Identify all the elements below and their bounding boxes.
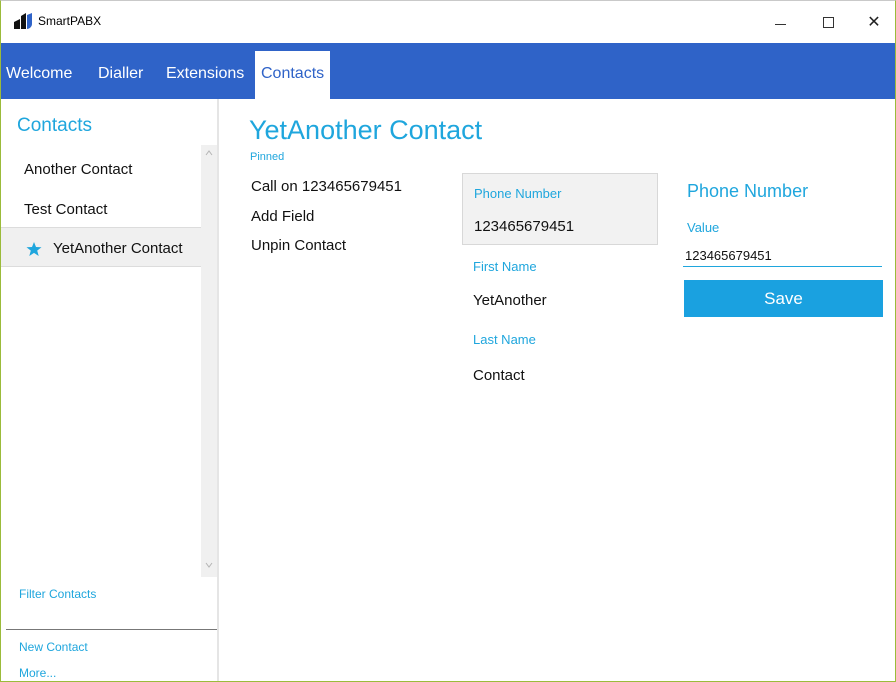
phone-number-value: 123465679451	[474, 218, 575, 235]
chevron-up-icon[interactable]	[205, 149, 213, 157]
phone-number-field[interactable]: Phone Number 123465679451	[462, 173, 658, 245]
minimize-icon	[774, 23, 786, 25]
close-button[interactable]: ✕	[851, 1, 895, 43]
title-bar[interactable]: SmartPABX ✕	[1, 1, 895, 43]
tab-contacts[interactable]: Contacts	[255, 51, 331, 99]
tab-extensions[interactable]: Extensions	[166, 43, 244, 99]
editor-value-label: Value	[687, 220, 720, 235]
phone-number-label: Phone Number	[474, 186, 562, 201]
contact-list: Another Contact Test Contact YetAnother …	[1, 145, 201, 577]
divider	[6, 629, 217, 630]
contact-name-heading: YetAnother Contact	[249, 115, 483, 145]
contact-detail: YetAnother Contact Pinned Call on 123465…	[221, 99, 895, 681]
phone-value-input[interactable]	[683, 245, 882, 267]
add-field-action[interactable]: Add Field	[251, 208, 314, 225]
close-icon: ✕	[867, 14, 881, 31]
star-icon	[26, 242, 42, 256]
contact-item-label: Another Contact	[24, 161, 133, 178]
contact-item-label: YetAnother Contact	[53, 240, 183, 257]
tab-dialler[interactable]: Dialler	[98, 43, 143, 99]
list-item-selected[interactable]: YetAnother Contact	[1, 227, 201, 267]
new-contact-link[interactable]: New Contact	[19, 640, 88, 654]
tab-welcome[interactable]: Welcome	[6, 43, 72, 99]
nav-bar: Welcome Dialler Extensions Contacts	[1, 43, 895, 99]
first-name-value[interactable]: YetAnother	[473, 292, 547, 309]
editor-title: Phone Number	[687, 181, 809, 201]
more-link[interactable]: More...	[19, 666, 56, 680]
maximize-button[interactable]	[805, 1, 851, 43]
first-name-label: First Name	[473, 259, 537, 274]
chevron-down-icon[interactable]	[205, 561, 213, 569]
window-title: SmartPABX	[38, 14, 102, 28]
contact-item-label: Test Contact	[24, 201, 108, 218]
contacts-sidebar: Contacts Another Contact Test Contact Ye…	[1, 99, 219, 681]
filter-contacts-link[interactable]: Filter Contacts	[19, 587, 96, 601]
save-button[interactable]: Save	[684, 280, 883, 317]
contact-list-scrollbar[interactable]	[201, 145, 217, 577]
pinned-status: Pinned	[250, 151, 285, 163]
unpin-contact-action[interactable]: Unpin Contact	[251, 237, 346, 254]
last-name-value[interactable]: Contact	[473, 367, 525, 384]
app-logo-icon	[14, 13, 32, 29]
maximize-icon	[822, 16, 834, 28]
app-window: SmartPABX ✕ Welcome Dialler Extensions C…	[0, 0, 896, 682]
list-item[interactable]: Another Contact	[1, 149, 201, 189]
sidebar-title: Contacts	[17, 115, 92, 136]
call-action[interactable]: Call on 123465679451	[251, 178, 402, 195]
last-name-label: Last Name	[473, 332, 536, 347]
minimize-button[interactable]	[757, 1, 803, 43]
list-item[interactable]: Test Contact	[1, 189, 201, 229]
